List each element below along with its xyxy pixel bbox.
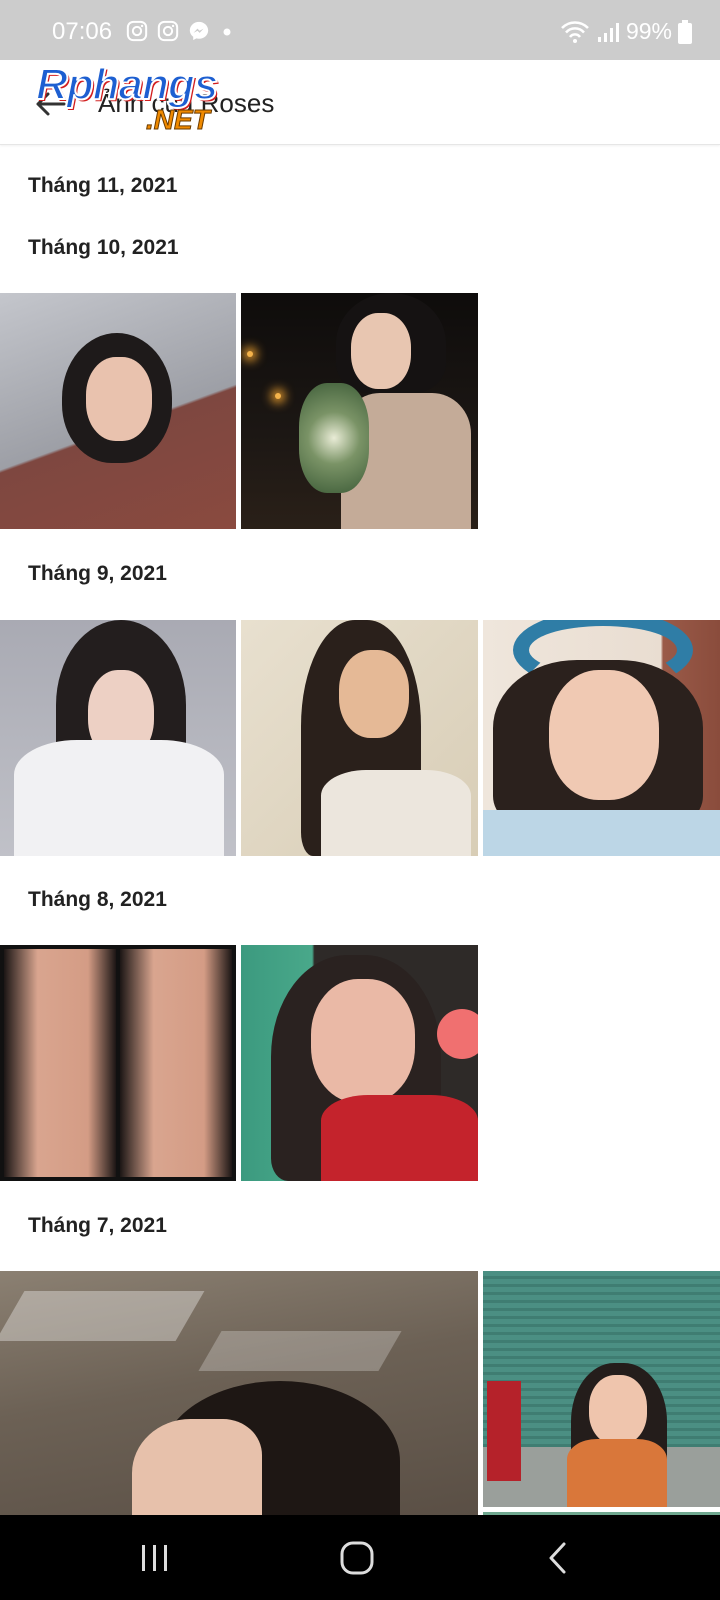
photo-light-stripe — [198, 1331, 402, 1371]
photo-face — [589, 1375, 647, 1445]
section-label-october: Tháng 10, 2021 — [28, 236, 179, 259]
photo-shirt — [321, 770, 471, 856]
status-bar: 07:06 99% — [0, 0, 720, 60]
photo-face — [339, 650, 409, 738]
photo-shirt — [483, 810, 720, 856]
section-label-november: Tháng 11, 2021 — [28, 174, 178, 197]
messenger-icon — [189, 21, 209, 41]
photo-thumbnail[interactable] — [241, 620, 478, 856]
status-right-group: 99% — [560, 18, 692, 45]
watermark-logo: Rphangs .NET — [35, 59, 256, 138]
photo-face-right — [120, 949, 232, 1177]
photo-shirt — [321, 1095, 478, 1181]
battery-percent: 99% — [625, 18, 672, 44]
photo-chairs — [487, 1381, 521, 1481]
photo-face — [549, 670, 659, 800]
signal-icon — [597, 22, 619, 42]
home-icon[interactable] — [334, 1535, 380, 1581]
battery-icon — [678, 19, 692, 44]
photo-thumbnail[interactable] — [483, 1271, 720, 1507]
photo-face — [311, 979, 415, 1103]
wifi-icon — [561, 20, 589, 43]
dot-icon — [223, 28, 231, 36]
instagram-icon — [157, 20, 179, 42]
photo-sticker — [437, 1009, 478, 1059]
navigation-bar — [0, 1515, 720, 1600]
photo-thumbnail[interactable] — [0, 293, 236, 529]
recent-apps-icon[interactable] — [132, 1535, 178, 1581]
photo-face — [132, 1419, 262, 1515]
photo-light — [275, 393, 281, 399]
photo-thumbnail[interactable] — [0, 945, 236, 1181]
watermark-text-main: Rphangs — [35, 59, 219, 110]
watermark-text-domain: .NET — [146, 104, 211, 136]
back-nav-icon[interactable] — [536, 1535, 582, 1581]
photo-light-stripe — [0, 1291, 205, 1341]
photo-thumbnail[interactable] — [241, 293, 478, 529]
photo-jacket — [14, 740, 224, 856]
photo-thumbnail[interactable] — [483, 620, 720, 856]
section-label-july: Tháng 7, 2021 — [28, 1214, 167, 1237]
photo-face-left — [4, 949, 116, 1177]
status-time: 07:06 — [52, 18, 113, 45]
photo-shirt — [567, 1439, 667, 1507]
photo-thumbnail[interactable] — [0, 1271, 478, 1515]
instagram-icon — [126, 20, 148, 42]
photo-thumbnail[interactable] — [0, 620, 236, 856]
photo-face — [351, 313, 411, 389]
photo-light — [247, 351, 253, 357]
photo-flowers — [299, 383, 369, 493]
photo-thumbnail[interactable] — [241, 945, 478, 1181]
photo-face — [86, 357, 152, 441]
section-label-september: Tháng 9, 2021 — [28, 562, 167, 585]
section-label-august: Tháng 8, 2021 — [28, 888, 167, 911]
